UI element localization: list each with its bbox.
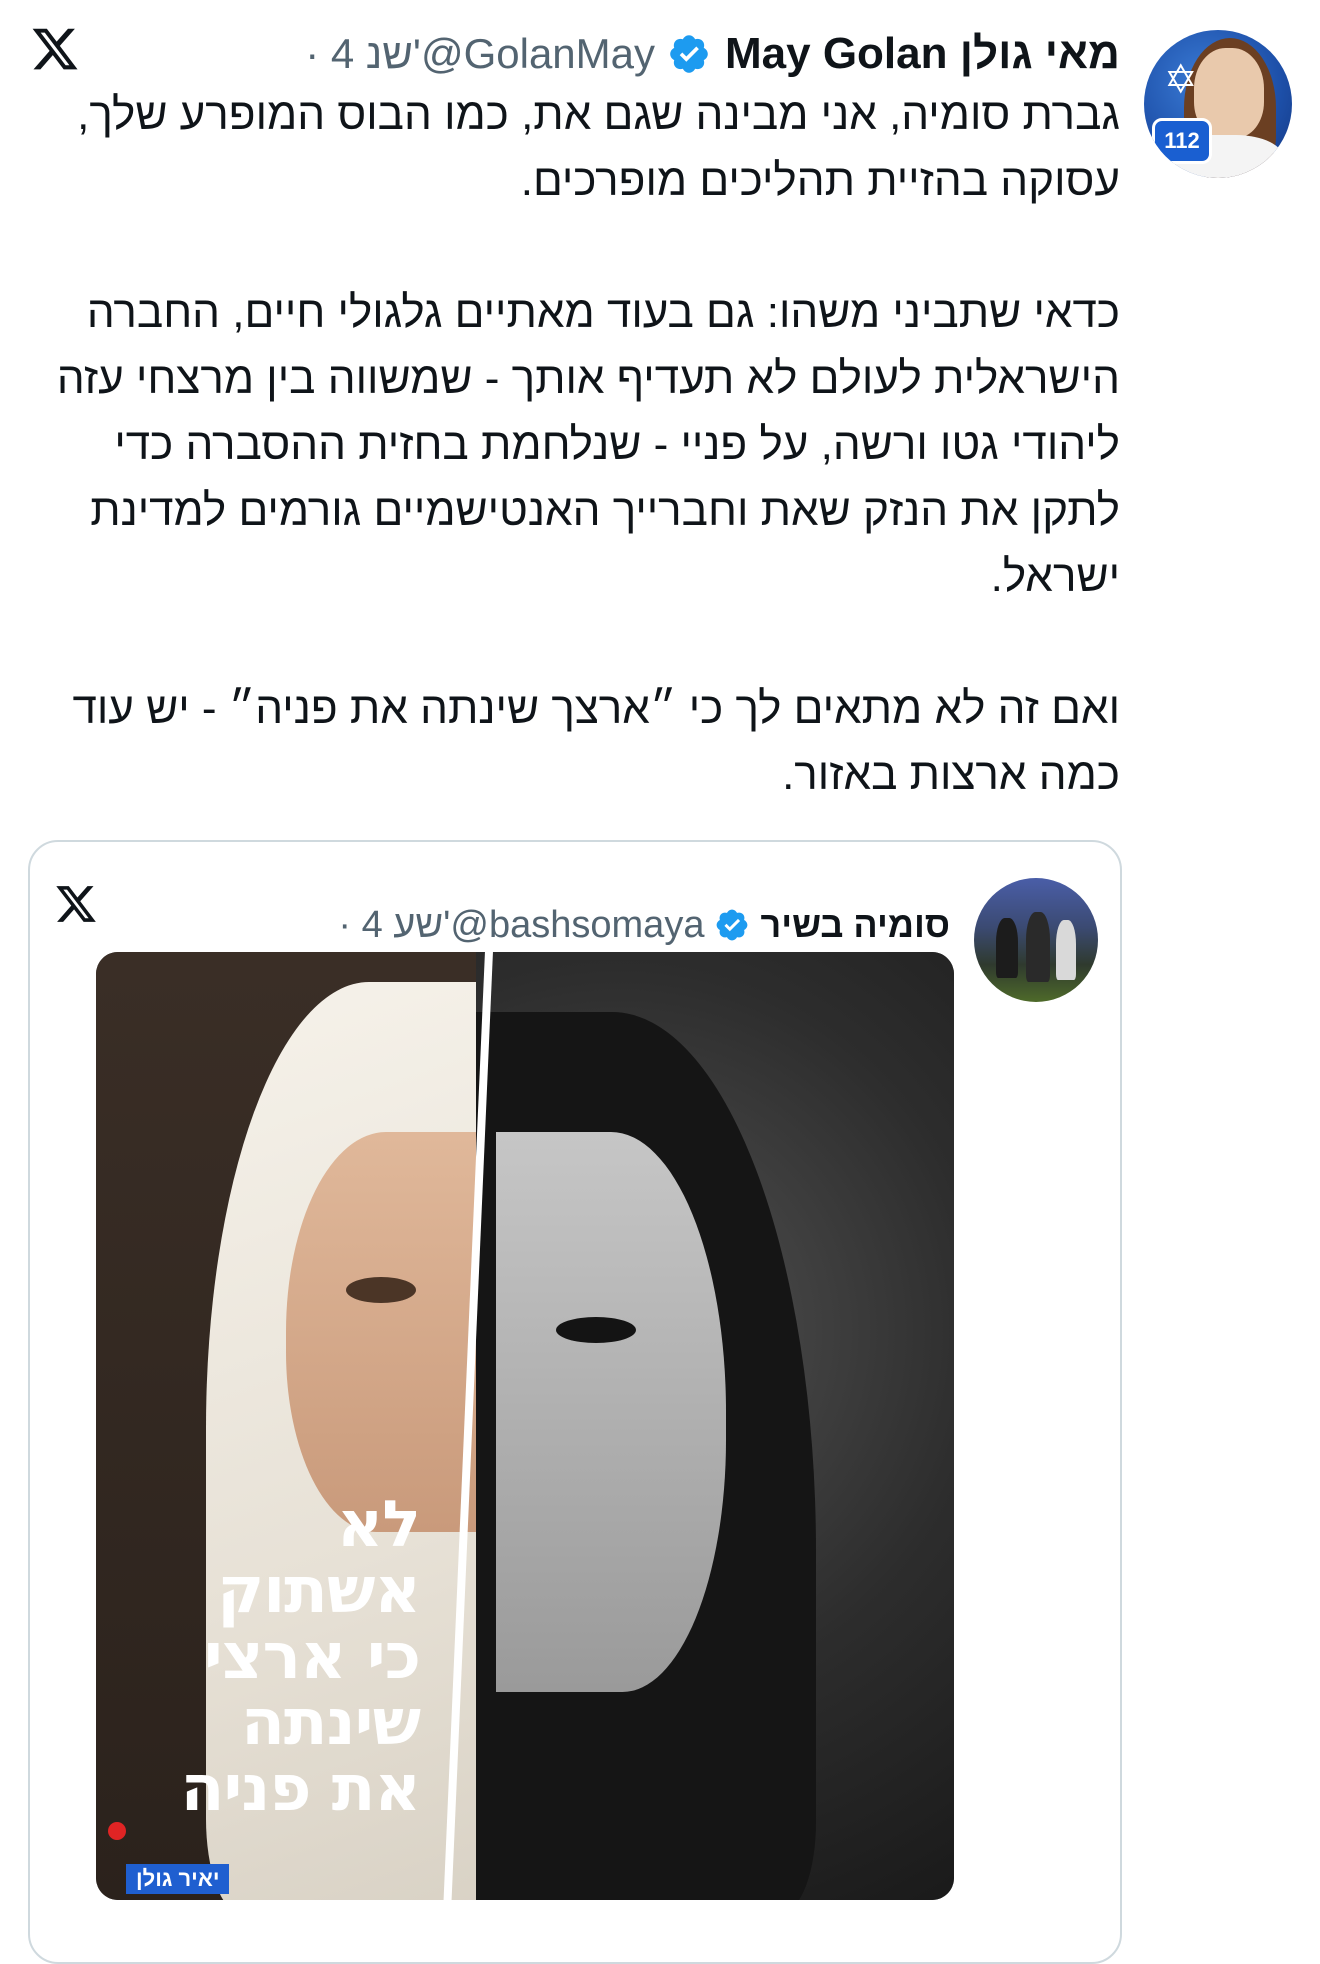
author-handle[interactable]: @GolanMay [421, 30, 655, 78]
image-right-face [496, 1132, 726, 1692]
quoted-tweet-header: סומיה בשיר @bashsomaya · 4 שע' [338, 898, 950, 952]
image-left-eye [346, 1277, 416, 1303]
tweet-timestamp[interactable]: · 4 שנ' [305, 30, 421, 78]
tweet-paragraph: גברת סומיה, אני מבינה שגם את, כמו הבוס ה… [77, 90, 1120, 205]
avatar-figure [1026, 912, 1050, 982]
verified-badge-icon [670, 35, 708, 73]
quoted-author-display-name[interactable]: סומיה בשיר [760, 904, 950, 946]
x-logo-icon[interactable] [54, 882, 98, 926]
avatar-figure [1056, 920, 1076, 980]
quoted-author-avatar[interactable] [974, 878, 1098, 1002]
tweet-body: גברת סומיה, אני מבינה שגם את, כמו הבוס ה… [20, 82, 1120, 874]
poster-party-badge: יאיר גולן [126, 1864, 230, 1894]
quoted-tweet[interactable]: סומיה בשיר @bashsomaya · 4 שע' לא אשתוק [28, 840, 1122, 1964]
verified-badge-icon [717, 909, 748, 941]
quoted-author-handle[interactable]: @bashsomaya [450, 904, 704, 947]
image-right-eye [556, 1317, 636, 1343]
poster-line: לא [336, 1488, 421, 1562]
poster-line: כי ארצי [203, 1620, 421, 1694]
star-of-david-icon: ✡ [1164, 58, 1198, 102]
quoted-tweet-timestamp[interactable]: · 4 שע' [338, 904, 450, 947]
x-logo-icon[interactable] [30, 24, 80, 74]
avatar-figure [996, 918, 1018, 978]
poster-line: שינתה [240, 1686, 421, 1760]
tweet[interactable]: ✡ 112 May Golan מאי גולן @GolanMay · 4 ש… [0, 0, 1320, 1964]
poster-line: את פניה [180, 1752, 422, 1826]
image-left-face [286, 1132, 486, 1532]
poster-line: אשתוק [217, 1554, 421, 1628]
quoted-tweet-image[interactable]: לא אשתוק כי ארצי שינתה את פניה יאיר גולן [96, 952, 954, 1900]
tweet-header: May Golan מאי גולן @GolanMay · 4 שנ' [305, 22, 1120, 86]
author-display-name[interactable]: May Golan מאי גולן [725, 29, 1120, 79]
author-avatar[interactable]: ✡ 112 [1144, 30, 1292, 178]
channel-badge: 112 [1152, 118, 1212, 164]
tweet-paragraph: כדאי שתביני משהו: גם בעוד מאתיים גלגולי … [56, 288, 1120, 601]
tweet-paragraph: ואם זה לא מתאים לך כי ״ארצך שינתה את פני… [72, 684, 1120, 799]
poster-slogan: לא אשתוק כי ארצי שינתה את פניה [120, 1488, 422, 1826]
poster-red-dot [108, 1822, 126, 1840]
